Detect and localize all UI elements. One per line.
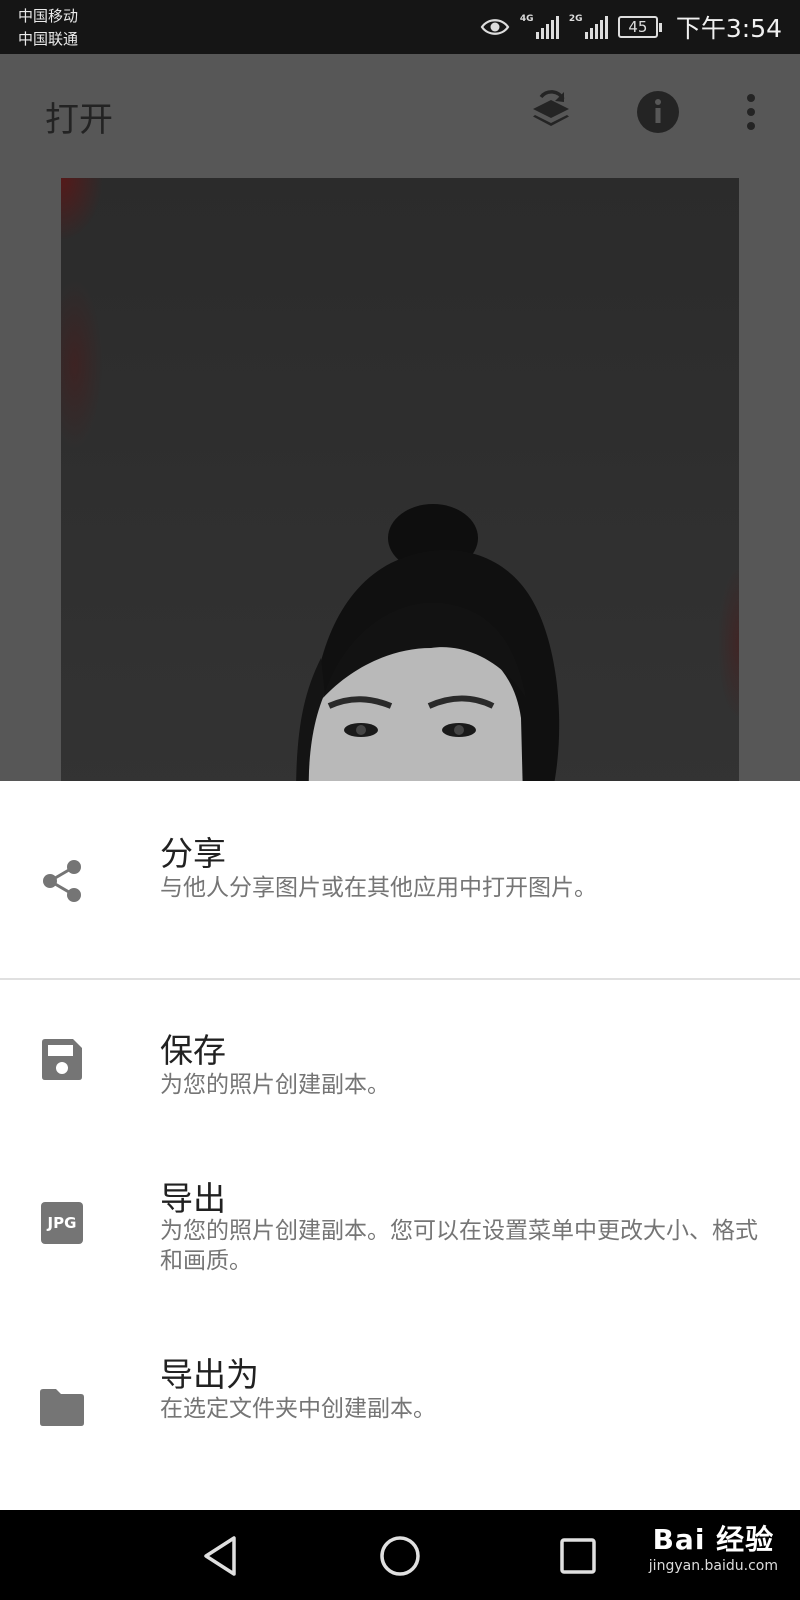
save-icon — [42, 1039, 82, 1080]
folder-icon — [40, 1389, 84, 1426]
export-title: 导出 — [160, 1179, 226, 1218]
share-icon — [43, 860, 81, 902]
signal-2-type: 2G — [568, 14, 583, 24]
photo-preview — [61, 178, 739, 781]
export-as-title: 导出为 — [160, 1355, 259, 1394]
watermark-brand: Bai 经验 — [652, 1523, 775, 1556]
signal-strength-1-icon: 4G — [519, 14, 559, 39]
export-as-description: 在选定文件夹中创建副本。 — [160, 1396, 436, 1422]
editor-background-scrim[interactable]: 打开 — [0, 54, 800, 781]
sheet-item-save[interactable]: 保存 为您的照片创建副本。 — [0, 980, 800, 1150]
carrier-2: 中国联通 — [18, 30, 79, 48]
sheet-item-share[interactable]: 分享 与他人分享图片或在其他应用中打开图片。 — [0, 781, 800, 978]
save-title: 保存 — [160, 1031, 226, 1070]
carrier-labels: 中国移动 中国联通 — [18, 5, 78, 51]
save-description: 为您的照片创建副本。 — [160, 1072, 390, 1098]
navigation-bar: Bai 经验 jingyan.baidu.com — [0, 1510, 800, 1600]
status-bar: 中国移动 中国联通 4G 2G 45 下午3:54 — [0, 0, 800, 54]
recents-icon[interactable] — [554, 1532, 602, 1580]
share-bottom-sheet: 分享 与他人分享图片或在其他应用中打开图片。 保存 为您的照片创建副本。 JPG… — [0, 781, 800, 1510]
layers-refresh-icon[interactable] — [527, 88, 575, 136]
back-icon[interactable] — [198, 1532, 246, 1580]
export-description: 为您的照片创建副本。您可以在设置菜单中更改大小、格式和画质。 — [160, 1218, 758, 1274]
portrait-image — [296, 504, 560, 781]
battery-level: 45 — [617, 16, 658, 38]
more-vert-icon[interactable] — [726, 88, 776, 136]
status-time: 下午3:54 — [675, 14, 782, 43]
app-bar: 打开 — [0, 54, 800, 174]
share-title: 分享 — [160, 834, 226, 873]
sheet-item-export-as[interactable]: 导出为 在选定文件夹中创建副本。 — [0, 1330, 800, 1510]
watermark-site: jingyan.baidu.com — [648, 1558, 778, 1574]
eye-comfort-icon — [480, 19, 510, 35]
signal-strength-2-icon: 2G — [568, 14, 608, 39]
page-title[interactable]: 打开 — [45, 92, 113, 141]
jpg-icon: JPG — [41, 1202, 83, 1244]
carrier-1: 中国移动 — [18, 7, 79, 25]
info-icon[interactable] — [634, 88, 682, 136]
baidu-jingyan-watermark: Bai 经验 jingyan.baidu.com — [649, 1518, 778, 1574]
share-description: 与他人分享图片或在其他应用中打开图片。 — [160, 875, 597, 901]
home-icon[interactable] — [376, 1532, 424, 1580]
signal-1-type: 4G — [519, 14, 534, 24]
sheet-item-export[interactable]: JPG 导出 为您的照片创建副本。您可以在设置菜单中更改大小、格式和画质。 — [0, 1150, 800, 1330]
battery-icon: 45 — [617, 16, 662, 38]
status-indicators: 4G 2G 45 下午3:54 — [480, 0, 782, 54]
